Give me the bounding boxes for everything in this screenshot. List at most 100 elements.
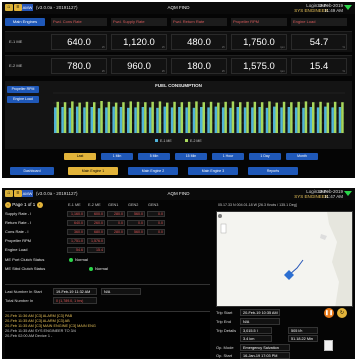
chart-bar	[129, 101, 132, 133]
chart-bar	[119, 107, 123, 133]
clutch-status: Normal	[89, 266, 108, 271]
clutch-status: Normal	[69, 257, 88, 262]
main-engine-2-button[interactable]: Main Engine 2	[128, 167, 178, 175]
chart-bar	[231, 101, 235, 133]
chart-bar	[243, 107, 247, 133]
chart-bar	[246, 101, 249, 133]
row-label: Return Rate - l	[5, 220, 32, 225]
chart-bar	[280, 107, 283, 133]
data-cell: 560.0	[127, 229, 145, 235]
chart-bar	[114, 102, 118, 133]
data-cell: 640.0	[67, 220, 85, 226]
legend-label: E-1 ME	[160, 139, 172, 143]
chart-bar	[105, 107, 108, 133]
main-engines-button[interactable]: Main Engines	[5, 18, 45, 26]
dashboard-button[interactable]: Dashboard	[10, 167, 54, 175]
value-box: 960.0 l/h	[111, 58, 167, 74]
chart-bar	[319, 101, 322, 133]
unit-label: l/h	[101, 69, 105, 73]
pause-icon[interactable]: ❚❚	[324, 308, 334, 318]
chart-bar	[275, 102, 278, 133]
unit-label: l/h	[101, 45, 105, 49]
unit-label: l/h	[221, 69, 225, 73]
value-text: 480.0	[187, 37, 211, 48]
fuel-chart-panel: Propeller RPM Engine Load FUEL CONSUMPTI…	[5, 81, 352, 149]
chart-bar	[107, 101, 111, 133]
event-log: 20-Feb 11:36 AM [C3] ALARM [C3] PAB 20-F…	[5, 311, 210, 358]
tab-month[interactable]: Month	[286, 153, 318, 160]
value-box: 480.0 l/h	[171, 34, 227, 50]
chart-bar	[178, 107, 181, 133]
tab-1-day[interactable]: 1 Day	[249, 153, 281, 160]
op-start-label: Op. Start	[216, 353, 233, 358]
data-cell: 0.0	[147, 220, 165, 226]
top-bar: ⌂ ≡ AMW (v3.0.0a - 20191127) AQM FIND Lo…	[2, 188, 355, 200]
document-icon[interactable]	[324, 340, 333, 351]
unit-label: l/h	[161, 69, 165, 73]
page-label: Page 1 of 1	[12, 202, 36, 208]
last-number-field[interactable]: 19-Feb-19 11:32 AM	[53, 288, 97, 295]
tab-5-min[interactable]: 5 Min	[138, 153, 170, 160]
chart-bar	[93, 102, 96, 133]
data-cell: 1,160.0	[67, 211, 85, 217]
chart-bar	[134, 107, 137, 133]
tab-last[interactable]: Last	[64, 153, 96, 160]
chart-bar	[253, 101, 257, 133]
chart-bar	[236, 107, 240, 133]
data-cell: 54.6	[67, 247, 85, 253]
chart-bar	[273, 106, 276, 133]
chart-bar	[282, 101, 286, 133]
tab-1-hour[interactable]: 1 Hour	[212, 153, 244, 160]
reports-button[interactable]: Reports	[248, 167, 298, 175]
trip-details-label: Trip Details	[216, 328, 237, 333]
trip-end-row: Trip End N/A	[216, 318, 353, 326]
refresh-icon[interactable]: ↻	[337, 308, 347, 318]
data-cell: 260.0	[87, 220, 105, 226]
engine-label: E-1 ME	[9, 39, 23, 44]
row-label: Propeller RPM	[5, 238, 32, 243]
chart-bar	[195, 101, 198, 133]
vessel-map[interactable]	[216, 211, 353, 307]
row-label: Cons Rate - l	[5, 229, 29, 234]
main-engine-3-button[interactable]: Main Engine 3	[188, 167, 238, 175]
value-text: 1,575.0	[243, 61, 275, 72]
chart-bar	[202, 102, 205, 133]
main-engine-1-button[interactable]: Main Engine 1	[68, 167, 118, 175]
value-text: 960.0	[127, 61, 151, 72]
row-label: ME Port Clutch Status	[5, 257, 45, 262]
data-cell: 560.0	[127, 211, 145, 217]
op-mode-field[interactable]: Emergency Salvation	[240, 344, 290, 351]
prev-page-icon[interactable]: ‹	[5, 202, 11, 208]
chart-bar	[294, 107, 298, 133]
op-mode-row: Op. Mode Emergency Salvation	[216, 340, 353, 352]
chart-bar	[83, 107, 86, 133]
data-cell: 280.0	[107, 211, 125, 217]
chart-bar	[141, 107, 145, 133]
chart-bar	[297, 101, 300, 133]
next-page-icon[interactable]: ›	[36, 202, 43, 208]
value-box: 54.7%	[291, 34, 347, 50]
tab-15-min[interactable]: 15 Min	[175, 153, 207, 160]
signal-icon	[344, 191, 352, 196]
value-text: 780.0	[67, 61, 91, 72]
chart-bar	[304, 101, 308, 133]
clutch-row: ME Stbd Clutch Status Normal	[5, 265, 185, 273]
time-label: 11:47 AM	[324, 194, 343, 199]
legend-swatch	[185, 139, 188, 142]
data-row: Cons Rate - l 360.0 680.0 280.0 560.0 0.…	[5, 228, 185, 236]
trip-start-row: Trip Start 20-Feb-19 10:35 AM ❚❚ ↻	[216, 308, 353, 318]
chart-bar	[200, 107, 203, 133]
trip-rate-field: 505 l/h	[288, 327, 318, 334]
column-header: Engine Load	[291, 18, 347, 26]
chart-bar	[251, 107, 254, 133]
value-text: 54.7	[309, 37, 329, 48]
data-cell: 680.0	[87, 229, 105, 235]
data-row: Supply Rate - l 1,160.0 600.0 280.0 560.…	[5, 210, 185, 218]
trip-fuel-field: 3,015.5 l	[240, 327, 272, 334]
tab-1-min[interactable]: 1 Min	[101, 153, 133, 160]
log-line: 20-Feb 02:00 AM Device 1 -	[5, 334, 53, 338]
chart-bar	[85, 101, 89, 133]
fuel-consumption-chart: E-1 ME E-2 ME	[53, 92, 345, 143]
last-number-extra-field[interactable]: N/A	[101, 288, 141, 295]
chart-bar	[136, 101, 140, 133]
